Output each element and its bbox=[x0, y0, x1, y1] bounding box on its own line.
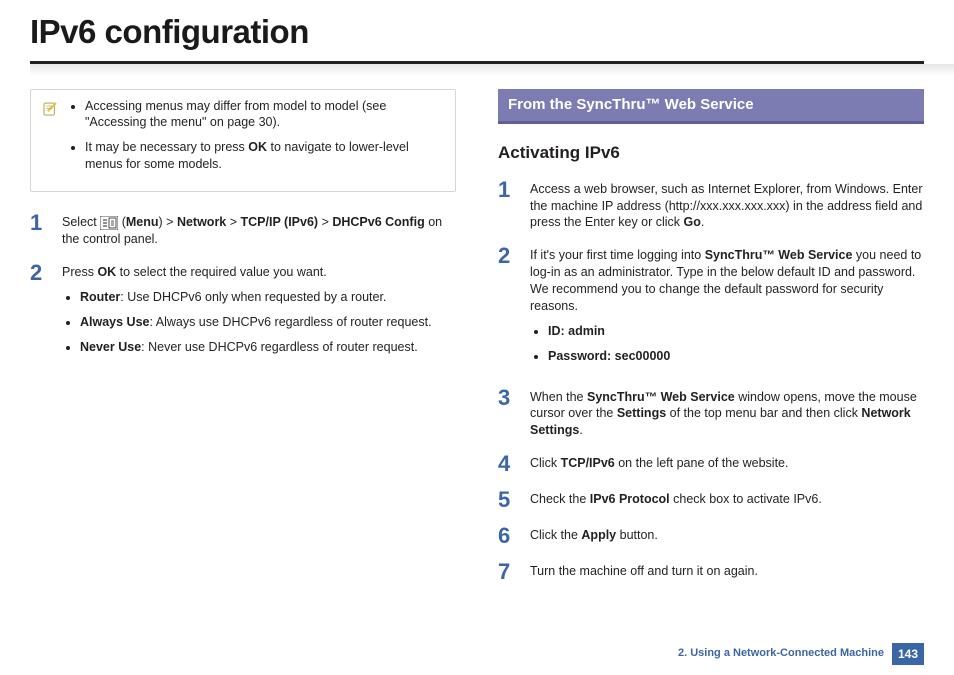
step: 7 Turn the machine off and turn it on ag… bbox=[498, 561, 924, 583]
step-body: Click TCP/IPv6 on the left pane of the w… bbox=[530, 453, 924, 475]
page-title: IPv6 configuration bbox=[30, 10, 924, 55]
title-rule bbox=[30, 61, 924, 75]
step-number: 2 bbox=[30, 262, 48, 364]
option-item: Never Use: Never use DHCPv6 regardless o… bbox=[80, 339, 456, 356]
step-number: 3 bbox=[498, 387, 516, 440]
step-number: 1 bbox=[498, 179, 516, 232]
right-column: From the SyncThru™ Web Service Activatin… bbox=[498, 89, 924, 598]
step: 2 Press OK to select the required value … bbox=[30, 262, 456, 364]
note-icon bbox=[41, 98, 59, 182]
step: 5 Check the IPv6 Protocol check box to a… bbox=[498, 489, 924, 511]
menu-icon bbox=[100, 214, 118, 231]
step-body: Check the IPv6 Protocol check box to act… bbox=[530, 489, 924, 511]
step-number: 6 bbox=[498, 525, 516, 547]
step-number: 5 bbox=[498, 489, 516, 511]
note-list: Accessing menus may differ from model to… bbox=[71, 98, 445, 182]
section-heading: From the SyncThru™ Web Service bbox=[498, 89, 924, 124]
note-item: It may be necessary to press OK to navig… bbox=[85, 139, 445, 173]
chapter-label: 2. Using a Network-Connected Machine bbox=[678, 646, 884, 661]
step-number: 1 bbox=[30, 212, 48, 248]
step-body: Click the Apply button. bbox=[530, 525, 924, 547]
subsection-heading: Activating IPv6 bbox=[498, 142, 924, 165]
step-body: Select (Menu) > Network > TCP/IP (IPv6) … bbox=[62, 212, 456, 248]
step-body: Access a web browser, such as Internet E… bbox=[530, 179, 924, 232]
option-item: Router: Use DHCPv6 only when requested b… bbox=[80, 289, 456, 306]
step-body: If it's your first time logging into Syn… bbox=[530, 245, 924, 372]
option-list: Router: Use DHCPv6 only when requested b… bbox=[62, 289, 456, 356]
step: 3 When the SyncThru™ Web Service window … bbox=[498, 387, 924, 440]
step-number: 7 bbox=[498, 561, 516, 583]
step: 2 If it's your first time logging into S… bbox=[498, 245, 924, 372]
page-number: 143 bbox=[892, 643, 924, 665]
left-column: Accessing menus may differ from model to… bbox=[30, 89, 456, 598]
step: 1 Select (Menu) > Network > TCP/IP (IPv6… bbox=[30, 212, 456, 248]
credential-item: Password: sec00000 bbox=[548, 348, 924, 365]
step-number: 2 bbox=[498, 245, 516, 372]
step: 1 Access a web browser, such as Internet… bbox=[498, 179, 924, 232]
step-number: 4 bbox=[498, 453, 516, 475]
option-item: Always Use: Always use DHCPv6 regardless… bbox=[80, 314, 456, 331]
step-body: Turn the machine off and turn it on agai… bbox=[530, 561, 924, 583]
credential-item: ID: admin bbox=[548, 323, 924, 340]
step: 4 Click TCP/IPv6 on the left pane of the… bbox=[498, 453, 924, 475]
credentials-list: ID: admin Password: sec00000 bbox=[530, 323, 924, 365]
note-item: Accessing menus may differ from model to… bbox=[85, 98, 445, 132]
note-box: Accessing menus may differ from model to… bbox=[30, 89, 456, 193]
page-footer: 2. Using a Network-Connected Machine 143 bbox=[678, 643, 924, 665]
step: 6 Click the Apply button. bbox=[498, 525, 924, 547]
step-body: Press OK to select the required value yo… bbox=[62, 262, 456, 364]
step-body: When the SyncThru™ Web Service window op… bbox=[530, 387, 924, 440]
